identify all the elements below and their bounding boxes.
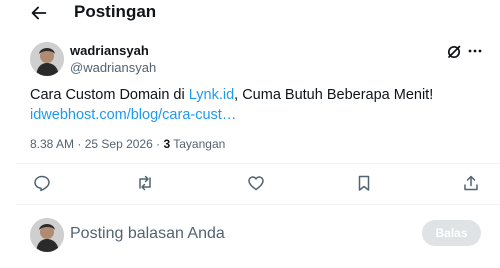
header: Postingan <box>0 0 500 26</box>
post-text: Cara Custom Domain di Lynk.id, Cuma Butu… <box>30 86 480 105</box>
post-date[interactable]: 25 Sep 2026 <box>85 137 153 151</box>
reply-icon[interactable] <box>33 174 51 192</box>
author-name[interactable]: wadriansyah <box>70 43 149 58</box>
retweet-icon[interactable] <box>136 174 154 192</box>
post-detail-page: Postingan wadriansyah @wadriansyah Cara … <box>0 0 500 268</box>
post-time[interactable]: 8.38 AM <box>30 137 74 151</box>
grok-icon[interactable] <box>446 44 462 60</box>
post-text-end: , Cuma Butuh Beberapa Menit! <box>234 87 434 103</box>
more-icon[interactable] <box>467 43 483 59</box>
page-title: Postingan <box>74 2 157 21</box>
meta-separator: · <box>152 137 164 151</box>
author-handle[interactable]: @wadriansyah <box>70 60 156 75</box>
meta-separator: · <box>74 137 85 151</box>
reply-input[interactable] <box>70 222 400 246</box>
views-label: Tayangan <box>170 137 226 151</box>
share-icon[interactable] <box>462 174 480 192</box>
divider <box>16 163 500 164</box>
like-icon[interactable] <box>247 174 265 192</box>
reply-button[interactable]: Balas <box>422 220 481 246</box>
divider <box>16 204 500 205</box>
post-text-start: Cara Custom Domain di <box>30 87 189 103</box>
bookmark-icon[interactable] <box>355 174 373 192</box>
avatar[interactable] <box>30 42 64 76</box>
mention-link[interactable]: Lynk.id <box>189 87 234 103</box>
avatar <box>30 218 64 252</box>
arrow-left-icon[interactable] <box>28 2 50 24</box>
post-link[interactable]: idwebhost.com/blog/cara-cust… <box>30 106 236 125</box>
post-meta: 8.38 AM · 25 Sep 2026 · 3 Tayangan <box>30 137 225 152</box>
